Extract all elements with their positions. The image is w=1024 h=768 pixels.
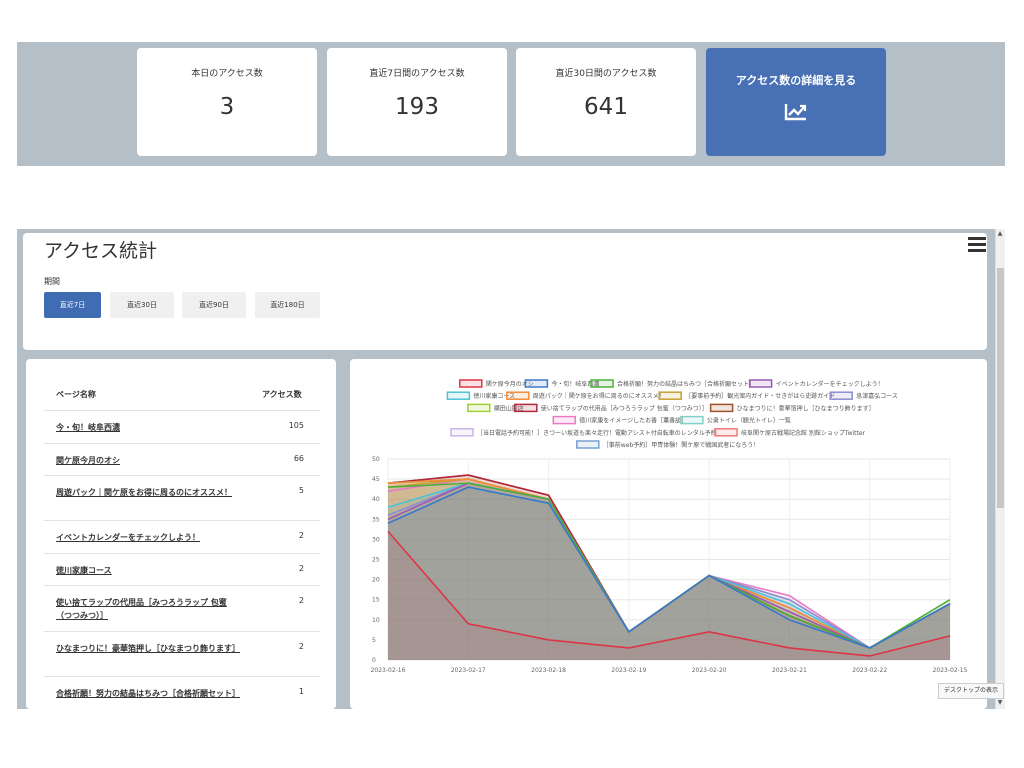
hamburger-menu-icon[interactable]	[968, 237, 986, 252]
legend-label: 公衆トイレ（観光トイレ）一覧	[707, 417, 791, 425]
legend-label: イベントカレンダーをチェックしよう！	[776, 380, 884, 388]
legend-swatch	[506, 391, 530, 400]
legend-swatch	[576, 440, 600, 449]
access-count: 105	[288, 421, 304, 430]
chart-line-icon	[706, 102, 886, 126]
legend-swatch	[446, 391, 471, 400]
access-detail-button[interactable]: アクセス数の詳細を見る	[706, 48, 886, 156]
desktop-view-tooltip: デスクトップの表示	[938, 683, 1004, 699]
legend-label: 合格祈願！努力の結晶はちみつ［合格祈願セット］	[617, 380, 755, 388]
period-180-button[interactable]: 直近180日	[255, 292, 320, 318]
legend-swatch	[514, 403, 538, 413]
page-link[interactable]: 周遊パック｜関ケ原をお得に周るのにオススメ！	[56, 486, 236, 499]
legend-label: 使い捨てラップの代用品［みつろうラップ 包蜜（つつみつ）］	[541, 404, 708, 412]
month-access-label: 直近30日間のアクセス数	[555, 69, 657, 79]
period-90-button[interactable]: 直近90日	[182, 292, 246, 318]
legend-label: 徳川家康をイメージしたお香［薫香談］	[579, 417, 687, 425]
table-row: 今・旬！岐阜西濃 105	[44, 410, 320, 443]
y-tick-label: 25	[372, 557, 380, 564]
page-link[interactable]: 合格祈願！努力の結晶はちみつ［合格祈願セット］	[56, 687, 240, 700]
y-tick-label: 35	[372, 516, 380, 523]
week-access-label: 直近7日間のアクセス数	[369, 69, 465, 79]
legend-swatch	[552, 415, 577, 425]
x-tick-label: 2023-02-19	[611, 667, 646, 674]
column-header-page: ページ名称	[56, 390, 96, 399]
table-row: 徳川家康コース 2	[44, 553, 320, 585]
y-tick-label: 40	[372, 496, 380, 503]
column-header-count: アクセス数	[262, 390, 302, 399]
scrollbar-thumb[interactable]	[997, 268, 1004, 508]
page-link[interactable]: 徳川家康コース	[56, 564, 236, 577]
x-tick-label: 2023-02-16	[371, 667, 406, 674]
access-count: 2	[298, 596, 304, 605]
y-tick-label: 45	[372, 476, 380, 483]
week-access-card: 直近7日間のアクセス数 193	[327, 48, 507, 156]
legend-swatch	[829, 391, 853, 400]
legend-swatch	[658, 391, 682, 400]
access-count: 2	[298, 642, 304, 651]
table-row: 使い捨てラップの代用品［みつろうラップ 包蜜（つつみつ）］ 2	[44, 585, 320, 631]
x-tick-label: 2023-02-22	[852, 667, 887, 674]
legend-label: ひなまつりに！豪華箔押し［ひなまつり飾ります］	[737, 404, 875, 412]
x-tick-label: 2023-02-20	[692, 667, 727, 674]
y-tick-label: 50	[372, 456, 380, 463]
table-row: 周遊パック｜関ケ原をお得に周るのにオススメ！ 5	[44, 475, 320, 520]
week-access-value: 193	[395, 94, 439, 120]
page-link[interactable]: 関ケ原今月のオシ	[56, 454, 236, 467]
period-label: 期間	[44, 277, 60, 286]
access-count: 1	[298, 687, 304, 696]
y-tick-label: 5	[372, 637, 376, 644]
access-chart-card: 0 5 10 15 20 25 30 35 40 45 50 2023-02-16 2023-02-17…	[350, 359, 987, 709]
today-access-label: 本日のアクセス数	[191, 69, 263, 79]
x-tick-label: 2023-02-15	[933, 667, 968, 674]
legend-swatch	[714, 428, 738, 437]
stats-title: アクセス統計	[44, 240, 158, 262]
access-count: 5	[298, 486, 304, 495]
legend-swatch	[680, 415, 704, 425]
legend-label: ［要事前予約］観光案内ガイド・せきがはら史跡ガイド	[685, 392, 835, 400]
table-row: 関ケ原今月のオシ 66	[44, 443, 320, 475]
legend-swatch	[524, 379, 549, 388]
legend-swatch	[467, 403, 491, 413]
access-chart: 0 5 10 15 20 25 30 35 40 45 50 2023-02-16 2023-02-17…	[371, 379, 968, 674]
x-tick-label: 2023-02-18	[531, 667, 566, 674]
legend-swatch	[748, 379, 773, 388]
legend-label: 岐阜関ケ原古戦場記念館 別館ショップTwitter	[741, 429, 866, 437]
access-detail-label: アクセス数の詳細を見る	[735, 74, 857, 87]
y-tick-label: 10	[372, 617, 380, 624]
legend-swatch	[450, 428, 474, 437]
page-link[interactable]: ひなまつりに！豪華箔押し［ひなまつり飾ります］	[56, 642, 240, 655]
scroll-up-icon[interactable]: ▲	[996, 230, 1004, 238]
legend-label: ［事前web予約］甲冑体験！関ケ原で戦国武者になろう！	[603, 441, 759, 449]
access-count: 66	[293, 454, 304, 463]
today-access-value: 3	[219, 94, 235, 120]
legend-swatch	[590, 379, 614, 388]
page-link[interactable]: 使い捨てラップの代用品［みつろうラップ 包蜜（つつみつ）］	[56, 596, 236, 622]
access-count: 2	[298, 564, 304, 573]
page-link[interactable]: 今・旬！岐阜西濃	[56, 421, 236, 434]
today-access-card: 本日のアクセス数 3	[137, 48, 317, 156]
period-30-button[interactable]: 直近30日	[110, 292, 174, 318]
x-tick-label: 2023-02-17	[451, 667, 486, 674]
x-tick-label: 2023-02-21	[772, 667, 807, 674]
page-link[interactable]: イベントカレンダーをチェックしよう！	[56, 531, 236, 544]
y-tick-label: 15	[372, 597, 380, 604]
y-tick-label: 20	[372, 577, 380, 584]
legend-label: ［当日電話予約可能！］きつーい坂道も楽々走行！電動アシスト付自転車のレンタル予約	[477, 429, 717, 437]
legend-label: 息津嘉弘コース	[856, 392, 898, 400]
legend-swatch	[709, 403, 734, 413]
month-access-card: 直近30日間のアクセス数 641	[516, 48, 696, 156]
legend-label: 周遊パック｜関ケ原をお得に周るのにオススメ！	[533, 392, 665, 400]
access-count: 2	[298, 531, 304, 540]
legend-swatch	[459, 379, 483, 388]
period-7-button[interactable]: 直近7日	[44, 292, 101, 318]
month-access-value: 641	[584, 94, 628, 120]
y-tick-label: 30	[372, 536, 380, 543]
table-row: ひなまつりに！豪華箔押し［ひなまつり飾ります］ 2	[44, 631, 320, 676]
scroll-down-icon[interactable]: ▼	[996, 699, 1004, 707]
table-row: 合格祈願！努力の結晶はちみつ［合格祈願セット］ 1	[44, 676, 320, 709]
table-row: イベントカレンダーをチェックしよう！ 2	[44, 520, 320, 553]
y-tick-label: 0	[372, 657, 376, 664]
